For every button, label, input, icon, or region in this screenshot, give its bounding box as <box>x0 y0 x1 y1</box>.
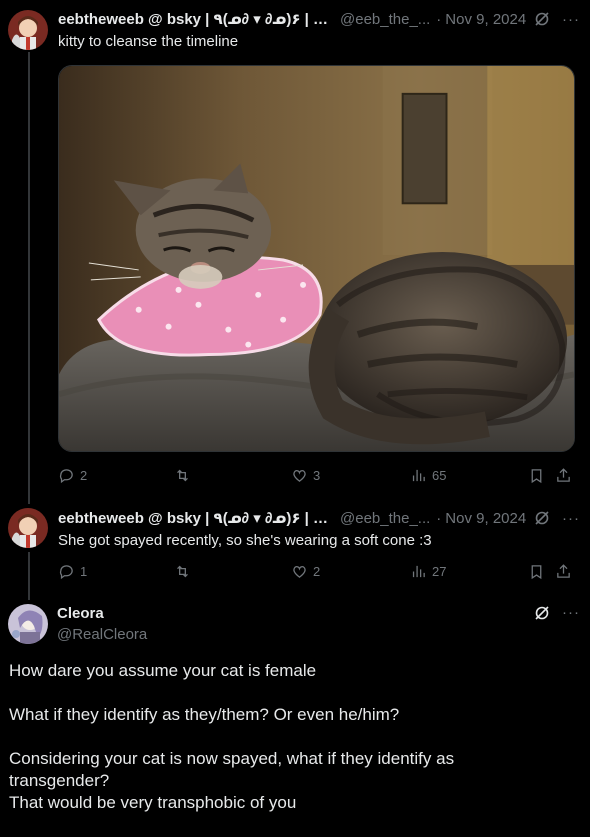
bookmark-icon <box>531 469 542 484</box>
more-icon[interactable]: ··· <box>562 11 580 28</box>
author-name[interactable]: Cleora <box>57 605 104 622</box>
more-icon[interactable]: ··· <box>562 604 580 621</box>
share-button[interactable] <box>555 467 577 484</box>
repost-icon <box>177 469 188 482</box>
views-button[interactable]: 27 <box>410 563 446 580</box>
post-actions: 2 3 65 <box>58 467 580 487</box>
grok-icon[interactable] <box>534 605 550 621</box>
thread-line <box>28 552 30 600</box>
reply-line: How dare you assume your cat is female <box>9 661 317 680</box>
bookmark-icon <box>531 565 542 580</box>
share-icon <box>557 468 570 482</box>
post-header: eebtheweeb @ bsky | ٩(ᓄ∂ ▾ ∂ᓄ)۶ | 18... … <box>58 9 580 29</box>
reply-icon <box>59 565 73 580</box>
author-handle[interactable]: @eeb_the_... <box>340 510 430 527</box>
like-count: 3 <box>313 468 321 483</box>
avatar[interactable] <box>8 604 48 644</box>
views-count: 65 <box>432 468 447 483</box>
post-header: eebtheweeb @ bsky | ٩(ᓄ∂ ▾ ∂ᓄ)۶ | 18... … <box>58 508 580 528</box>
avatar[interactable] <box>8 508 48 548</box>
bookmark-button[interactable] <box>528 467 550 484</box>
reply-line: That would be very transphobic of you <box>9 793 297 812</box>
views-count: 27 <box>432 564 447 579</box>
views-icon <box>412 565 425 578</box>
repost-icon <box>177 565 188 578</box>
views-icon <box>412 469 425 482</box>
like-count: 2 <box>313 564 321 579</box>
like-button[interactable]: 2 <box>291 563 320 580</box>
heart-icon <box>293 470 306 482</box>
more-icon[interactable]: ··· <box>562 510 580 527</box>
avatar[interactable] <box>8 10 48 50</box>
separator: · <box>436 509 442 527</box>
reply-count: 1 <box>80 564 88 579</box>
reply-button[interactable]: 1 <box>58 563 87 580</box>
heart-icon <box>293 566 306 578</box>
post-text: kitty to cleanse the timeline <box>58 33 239 50</box>
views-button[interactable]: 65 <box>410 467 446 484</box>
reply-button[interactable]: 2 <box>58 467 87 484</box>
reply-icon <box>59 469 73 484</box>
author-name[interactable]: eebtheweeb @ bsky | ٩(ᓄ∂ ▾ ∂ᓄ)۶ | 18... <box>58 509 336 527</box>
share-button[interactable] <box>555 563 577 580</box>
post-date[interactable]: Nov 9, 2024 <box>445 510 526 527</box>
thread-line <box>28 52 30 504</box>
like-button[interactable]: 3 <box>291 467 320 484</box>
separator: · <box>436 10 442 28</box>
cat-photo[interactable] <box>58 65 575 452</box>
share-icon <box>557 564 570 578</box>
grok-icon[interactable] <box>534 11 550 27</box>
reply-count: 2 <box>80 468 88 483</box>
repost-button[interactable] <box>174 467 196 484</box>
reply-line: What if they identify as they/them? Or e… <box>9 705 400 724</box>
grok-icon[interactable] <box>534 510 550 526</box>
author-handle[interactable]: @RealCleora <box>57 626 147 643</box>
bookmark-button[interactable] <box>528 563 550 580</box>
post-date[interactable]: Nov 9, 2024 <box>445 11 526 28</box>
post-actions: 1 2 27 <box>58 563 580 583</box>
repost-button[interactable] <box>174 563 196 580</box>
author-name[interactable]: eebtheweeb @ bsky | ٩(ᓄ∂ ▾ ∂ᓄ)۶ | 18... <box>58 10 336 28</box>
reply-text: How dare you assume your cat is female W… <box>9 660 579 814</box>
reply-line: transgender? <box>9 771 110 790</box>
reply-line: Considering your cat is now spayed, what… <box>9 749 455 768</box>
post-text: She got spayed recently, so she's wearin… <box>58 532 432 549</box>
post-header-icons: ··· <box>534 604 580 621</box>
author-handle[interactable]: @eeb_the_... <box>340 11 430 28</box>
